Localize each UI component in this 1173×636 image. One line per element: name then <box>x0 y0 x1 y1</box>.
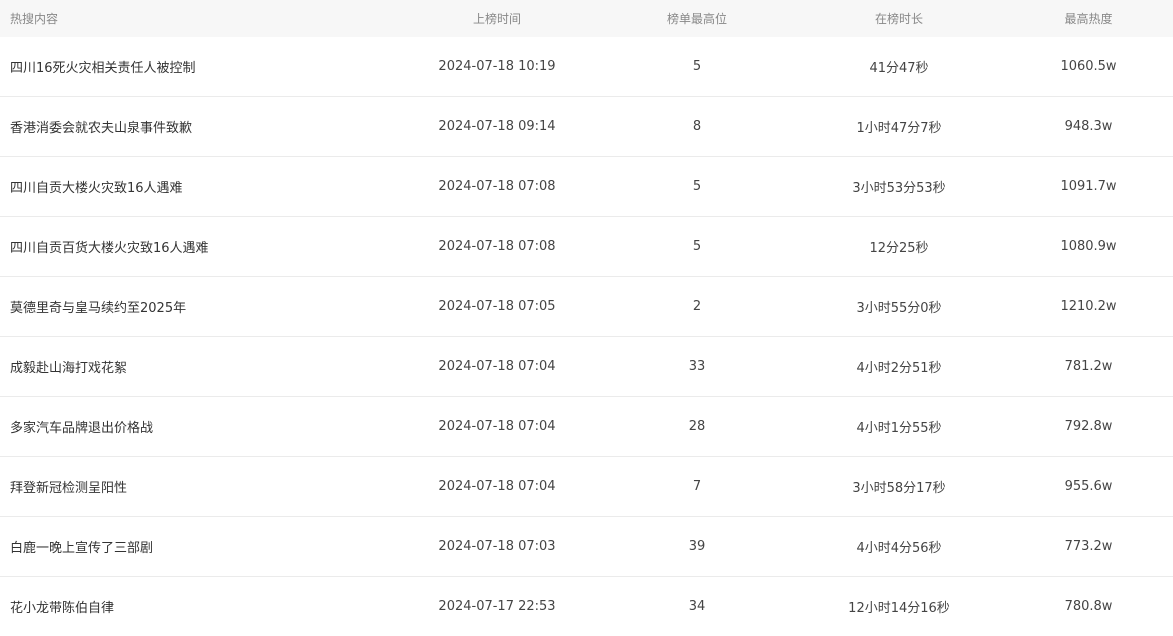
row-duration: 12小时14分16秒 <box>848 601 950 616</box>
row-rank: 8 <box>692 119 702 134</box>
table-row[interactable]: 多家汽车品牌退出价格战 2024-07-18 07:04 28 4小时1分55秒… <box>0 397 1173 457</box>
row-rank: 33 <box>688 359 706 374</box>
row-duration: 3小时53分53秒 <box>852 181 946 196</box>
table-row[interactable]: 花小龙带陈伯自律 2024-07-17 22:53 34 12小时14分16秒 … <box>0 577 1173 636</box>
row-title[interactable]: 莫德里奇与皇马续约至2025年 <box>0 297 394 316</box>
row-rank: 28 <box>688 419 706 434</box>
row-rank: 7 <box>692 479 702 494</box>
table-row[interactable]: 四川自贡百货大楼火灾致16人遇难 2024-07-18 07:08 5 12分2… <box>0 217 1173 277</box>
row-title[interactable]: 花小龙带陈伯自律 <box>0 597 394 616</box>
header-title[interactable]: 热搜内容 <box>0 10 394 27</box>
header-duration[interactable]: 在榜时长 <box>794 10 1004 27</box>
row-duration: 4小时4分56秒 <box>856 541 942 556</box>
row-title[interactable]: 拜登新冠检测呈阳性 <box>0 477 394 496</box>
header-heat[interactable]: 最高热度 <box>1004 10 1173 27</box>
row-duration: 3小时58分17秒 <box>852 481 946 496</box>
header-rank[interactable]: 榜单最高位 <box>600 10 794 27</box>
table-row[interactable]: 成毅赴山海打戏花絮 2024-07-18 07:04 33 4小时2分51秒 7… <box>0 337 1173 397</box>
row-heat: 773.2w <box>1064 539 1113 554</box>
row-rank: 5 <box>692 59 702 74</box>
row-rank: 5 <box>692 179 702 194</box>
row-title[interactable]: 四川16死火灾相关责任人被控制 <box>0 57 394 76</box>
row-heat: 781.2w <box>1064 359 1113 374</box>
row-duration: 1小时47分7秒 <box>856 121 942 136</box>
row-heat: 955.6w <box>1064 479 1113 494</box>
row-title[interactable]: 多家汽车品牌退出价格战 <box>0 417 394 436</box>
row-rank: 34 <box>688 599 706 614</box>
row-heat: 948.3w <box>1064 119 1113 134</box>
row-title[interactable]: 四川自贡大楼火灾致16人遇难 <box>0 177 394 196</box>
row-time: 2024-07-18 09:14 <box>438 119 556 134</box>
row-time: 2024-07-17 22:53 <box>438 599 556 614</box>
header-time[interactable]: 上榜时间 <box>394 10 600 27</box>
row-heat: 1060.5w <box>1060 59 1117 74</box>
row-title[interactable]: 成毅赴山海打戏花絮 <box>0 357 394 376</box>
row-heat: 1091.7w <box>1060 179 1117 194</box>
row-time: 2024-07-18 10:19 <box>438 59 556 74</box>
row-heat: 792.8w <box>1064 419 1113 434</box>
row-time: 2024-07-18 07:04 <box>438 419 556 434</box>
row-duration: 12分25秒 <box>869 241 929 256</box>
table-row[interactable]: 拜登新冠检测呈阳性 2024-07-18 07:04 7 3小时58分17秒 9… <box>0 457 1173 517</box>
row-title[interactable]: 白鹿一晚上宣传了三部剧 <box>0 537 394 556</box>
table-row[interactable]: 香港消委会就农夫山泉事件致歉 2024-07-18 09:14 8 1小时47分… <box>0 97 1173 157</box>
row-heat: 1080.9w <box>1060 239 1117 254</box>
row-time: 2024-07-18 07:03 <box>438 539 556 554</box>
table-header: 热搜内容 上榜时间 榜单最高位 在榜时长 最高热度 <box>0 0 1173 37</box>
table-row[interactable]: 莫德里奇与皇马续约至2025年 2024-07-18 07:05 2 3小时55… <box>0 277 1173 337</box>
row-heat: 1210.2w <box>1060 299 1117 314</box>
row-heat: 780.8w <box>1064 599 1113 614</box>
row-title[interactable]: 四川自贡百货大楼火灾致16人遇难 <box>0 237 394 256</box>
row-duration: 4小时1分55秒 <box>856 421 942 436</box>
row-time: 2024-07-18 07:04 <box>438 479 556 494</box>
row-duration: 3小时55分0秒 <box>856 301 942 316</box>
row-rank: 5 <box>692 239 702 254</box>
hot-search-table: 热搜内容 上榜时间 榜单最高位 在榜时长 最高热度 四川16死火灾相关责任人被控… <box>0 0 1173 636</box>
table-row[interactable]: 四川自贡大楼火灾致16人遇难 2024-07-18 07:08 5 3小时53分… <box>0 157 1173 217</box>
table-row[interactable]: 四川16死火灾相关责任人被控制 2024-07-18 10:19 5 41分47… <box>0 37 1173 97</box>
row-time: 2024-07-18 07:04 <box>438 359 556 374</box>
row-rank: 2 <box>692 299 702 314</box>
row-title[interactable]: 香港消委会就农夫山泉事件致歉 <box>0 117 394 136</box>
row-duration: 4小时2分51秒 <box>856 361 942 376</box>
row-rank: 39 <box>688 539 706 554</box>
table-row[interactable]: 白鹿一晚上宣传了三部剧 2024-07-18 07:03 39 4小时4分56秒… <box>0 517 1173 577</box>
row-time: 2024-07-18 07:05 <box>438 299 556 314</box>
row-time: 2024-07-18 07:08 <box>438 179 556 194</box>
row-time: 2024-07-18 07:08 <box>438 239 556 254</box>
row-duration: 41分47秒 <box>869 61 929 76</box>
